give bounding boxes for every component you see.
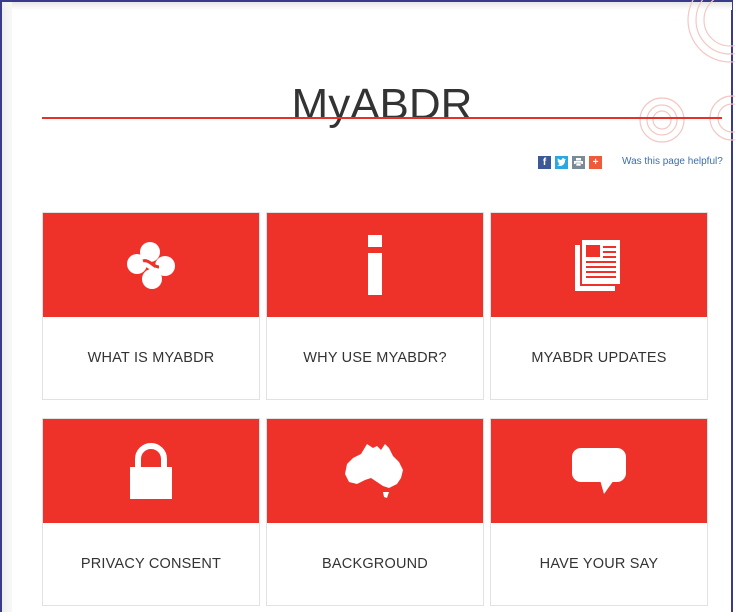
facebook-icon[interactable]: f — [538, 155, 551, 169]
newspaper-icon — [575, 239, 622, 291]
page-title: MyABDR — [291, 80, 473, 130]
title-divider — [42, 117, 722, 119]
tile-label: PRIVACY CONSENT — [80, 556, 222, 572]
padlock-icon — [130, 443, 172, 499]
plus-share-icon[interactable]: + — [589, 155, 602, 169]
tile-header — [267, 213, 483, 317]
tile-header — [491, 419, 707, 523]
tile-background[interactable]: BACKGROUND — [266, 418, 484, 606]
tile-why-use-myabdr[interactable]: WHY USE MYABDR? — [266, 212, 484, 400]
header-shadow — [12, 2, 732, 10]
tile-header — [43, 419, 259, 523]
tile-header — [43, 213, 259, 317]
tile-what-is-myabdr[interactable]: WHAT IS MYABDR — [42, 212, 260, 400]
tile-myabdr-updates[interactable]: MYABDR UPDATES — [490, 212, 708, 400]
tile-label: WHAT IS MYABDR — [87, 350, 215, 366]
myabdr-logo-icon — [127, 242, 175, 289]
info-icon — [368, 235, 382, 295]
share-toolbar: f + — [538, 155, 606, 169]
tile-header — [267, 419, 483, 523]
tile-label: MYABDR UPDATES — [531, 350, 667, 366]
tile-label: BACKGROUND — [322, 556, 428, 572]
print-icon[interactable] — [572, 155, 585, 169]
twitter-icon[interactable] — [555, 155, 568, 169]
tile-label: WHY USE MYABDR? — [303, 350, 447, 366]
tile-have-your-say[interactable]: HAVE YOUR SAY — [490, 418, 708, 606]
speech-bubble-icon — [572, 448, 626, 494]
tile-label: HAVE YOUR SAY — [539, 556, 659, 572]
tile-privacy-consent[interactable]: PRIVACY CONSENT — [42, 418, 260, 606]
australia-map-icon — [345, 444, 403, 498]
tile-header — [491, 213, 707, 317]
was-this-page-helpful-link[interactable]: Was this page helpful? — [622, 155, 723, 169]
